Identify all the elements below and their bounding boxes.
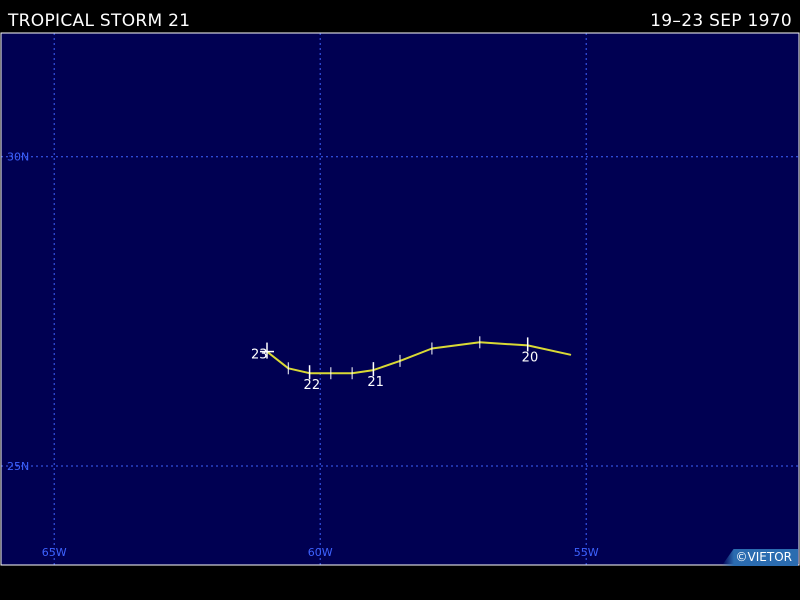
day-label: 22 bbox=[304, 378, 321, 393]
credit-label: ©VIETOR bbox=[721, 549, 798, 566]
storm-track-map: 65W 60W 55W 30N 25N 20 21 22 23 bbox=[0, 32, 800, 566]
longitude-label: 55W bbox=[574, 546, 599, 559]
day-label: 23 bbox=[251, 348, 268, 363]
longitude-label: 60W bbox=[308, 546, 333, 559]
ocean-background bbox=[1, 33, 799, 565]
latitude-label: 25N bbox=[7, 460, 29, 473]
day-label: 21 bbox=[367, 375, 384, 390]
longitude-label: 65W bbox=[42, 546, 67, 559]
day-label: 20 bbox=[522, 350, 539, 365]
latitude-label: 30N bbox=[7, 151, 29, 164]
